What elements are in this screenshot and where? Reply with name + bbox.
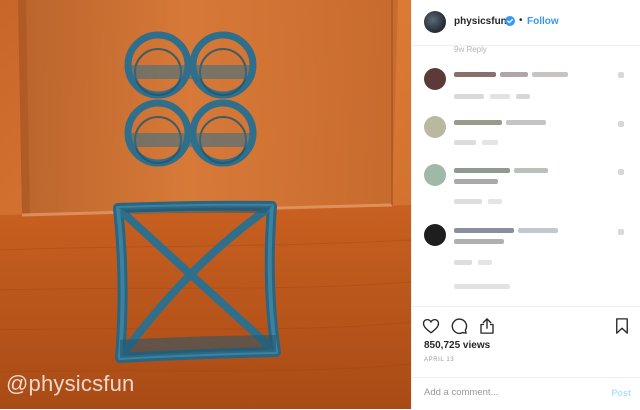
avatar[interactable] [424,11,446,33]
blurred-text [478,260,492,265]
comment-like-icon[interactable] [618,121,624,127]
commenter-avatar[interactable] [424,164,446,186]
blurred-text [506,120,546,125]
comment-icon[interactable] [450,317,468,335]
separator-dot: • [519,15,523,26]
blurred-text [454,199,482,204]
post-photo [0,0,411,409]
watermark-text: @physicsfun [6,371,135,396]
blurred-text [454,179,498,184]
bookmark-icon[interactable] [613,317,631,335]
post-media[interactable]: @physicsfun [0,0,411,409]
blurred-text [454,228,514,233]
comment-box: Post [412,377,640,410]
add-comment-input[interactable] [424,387,594,398]
commenter-avatar[interactable] [424,68,446,90]
blurred-text [518,228,558,233]
blurred-text [454,94,484,99]
post-header: physicsfun • Follow [412,0,640,46]
comment-like-icon[interactable] [618,169,624,175]
comment-like-icon[interactable] [618,229,624,235]
blurred-text [454,140,476,145]
blurred-text [482,140,498,145]
blurred-text [490,94,510,99]
commenter-avatar[interactable] [424,224,446,246]
blurred-text [516,94,530,99]
blurred-text [454,168,510,173]
blurred-text [488,199,502,204]
blurred-text [454,72,496,77]
post-actions: 850,725 views APRIL 13 Post [412,306,640,409]
blurred-text [500,72,528,77]
post-date[interactable]: APRIL 13 [424,357,454,363]
comment-like-icon[interactable] [618,72,624,78]
blurred-text [532,72,568,77]
heart-icon[interactable] [422,317,440,335]
post-button[interactable]: Post [611,388,631,398]
post-sidebar: physicsfun • Follow 9w Reply 850,725 vie… [411,0,640,409]
reply-stub: 9w Reply [454,46,487,54]
username-link[interactable]: physicsfun [454,16,507,27]
view-count[interactable]: 850,725 views [424,340,490,351]
commenter-avatar[interactable] [424,116,446,138]
blurred-text [514,168,548,173]
blurred-text [454,239,504,244]
blurred-text [454,120,502,125]
blurred-text [454,284,510,289]
share-icon[interactable] [478,317,496,335]
comments-list[interactable]: 9w Reply [412,46,640,306]
blurred-text [454,260,472,265]
verified-badge-icon [505,16,515,26]
follow-button[interactable]: Follow [527,16,559,27]
